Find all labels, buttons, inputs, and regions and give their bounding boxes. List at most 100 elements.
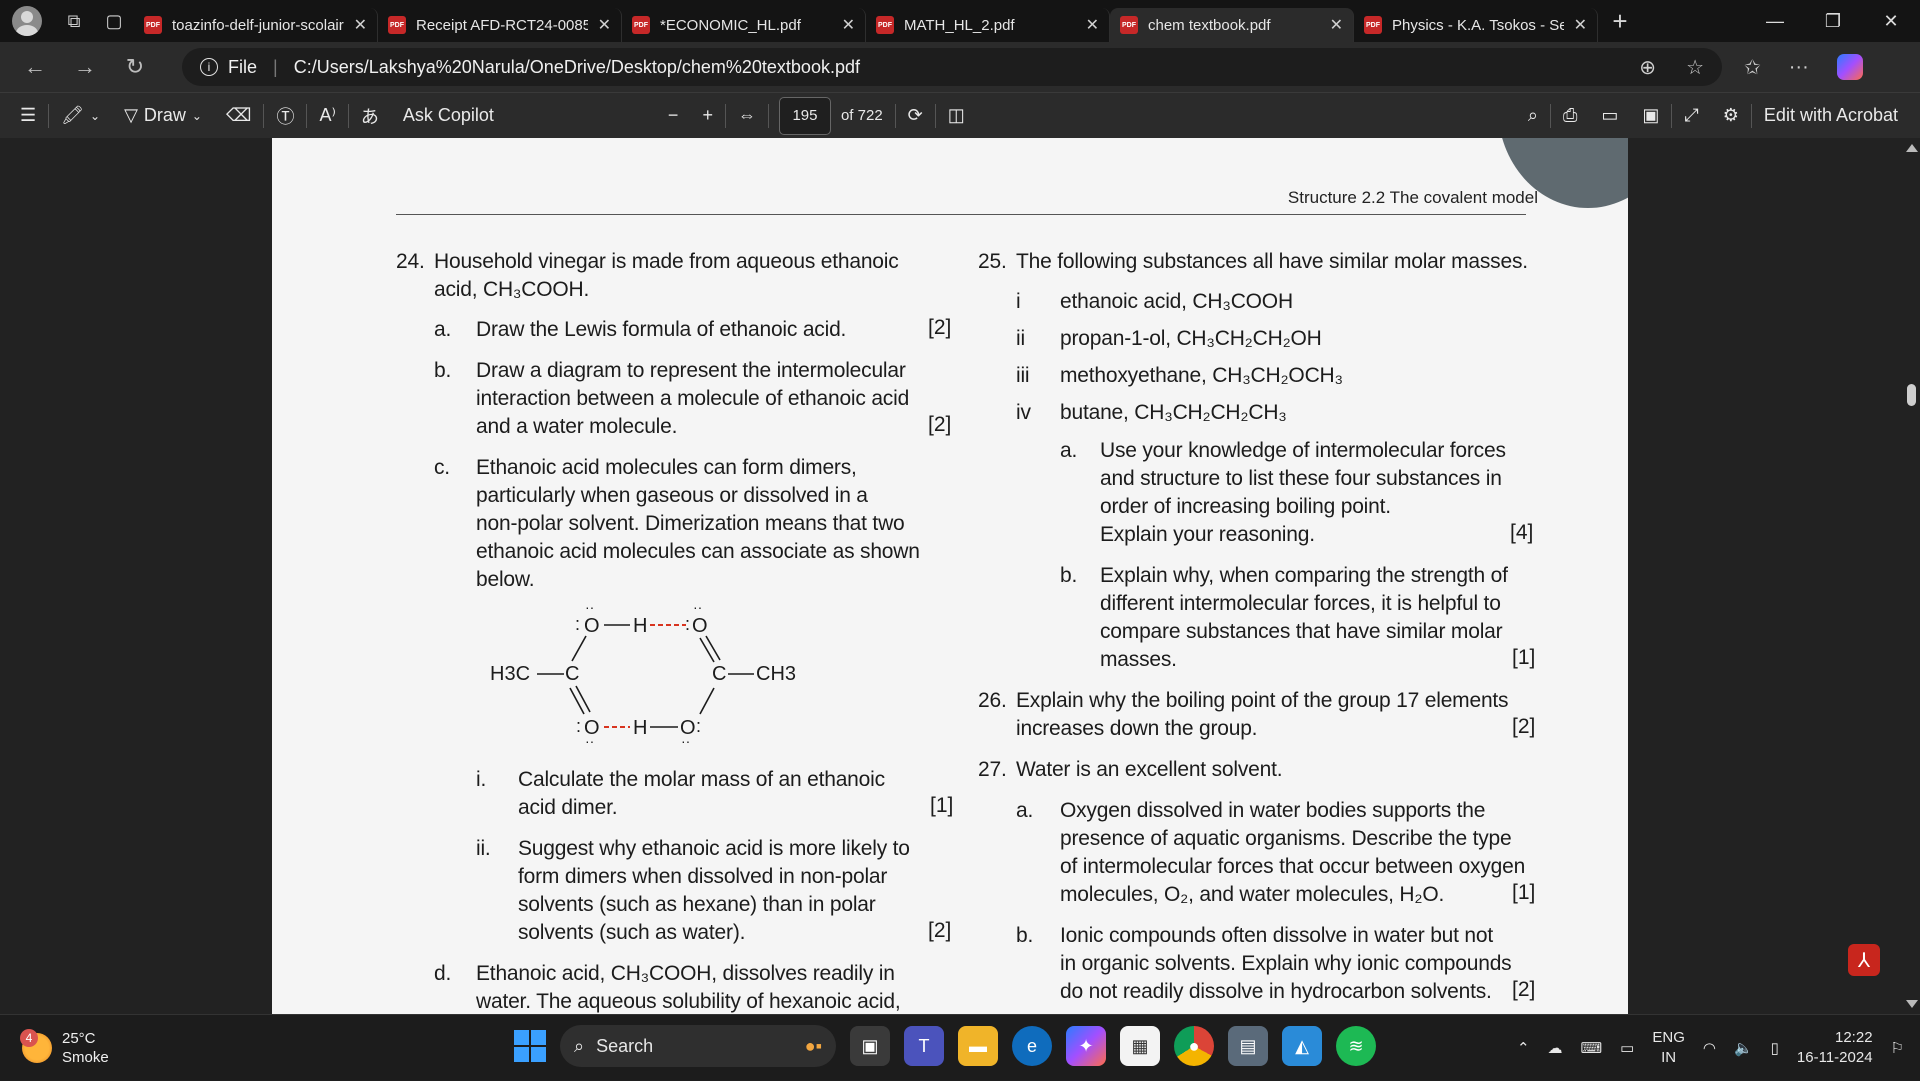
zoom-icon[interactable]: ⊕ bbox=[1639, 55, 1656, 80]
file-explorer-icon[interactable]: ▬ bbox=[958, 1026, 998, 1066]
q25-item-i-text: ethanoic acid, CH₃COOH bbox=[1060, 290, 1293, 313]
new-tab-button[interactable]: + bbox=[1598, 6, 1642, 37]
volume-icon[interactable]: 🔈 bbox=[1734, 1039, 1753, 1057]
profile-avatar[interactable] bbox=[12, 6, 42, 36]
q25a-label: a. bbox=[1060, 439, 1078, 462]
favorite-star-icon[interactable]: ☆ bbox=[1686, 55, 1704, 80]
back-icon[interactable]: ← bbox=[10, 54, 60, 80]
tab-actions-icon[interactable]: ▢ bbox=[94, 0, 134, 42]
lone-pair-dots: : bbox=[685, 614, 690, 634]
q26-line2: increases down the group. bbox=[1016, 717, 1258, 740]
q25-number: 25. bbox=[978, 250, 1007, 273]
ask-copilot-button[interactable]: Ask Copilot bbox=[391, 93, 506, 139]
bond-line bbox=[569, 687, 585, 715]
close-icon[interactable]: ✕ bbox=[842, 15, 855, 35]
fit-width-icon[interactable]: ⇔ bbox=[726, 93, 768, 139]
store-icon[interactable]: ▦ bbox=[1120, 1026, 1160, 1066]
taskbar-search[interactable]: ⌕ Search ●▪ bbox=[560, 1025, 836, 1067]
draw-button[interactable]: ▽ Draw ⌄ bbox=[112, 93, 214, 139]
weather-widget[interactable]: 4 25°C Smoke bbox=[20, 1029, 109, 1067]
tab-economic[interactable]: PDF *ECONOMIC_HL.pdf ✕ bbox=[622, 8, 866, 42]
language-indicator[interactable]: ENG IN bbox=[1652, 1028, 1685, 1068]
vertical-scrollbar[interactable] bbox=[1902, 138, 1920, 1014]
workspaces-icon[interactable]: ⧉ bbox=[54, 0, 94, 42]
print-icon[interactable]: ⎙ bbox=[1551, 93, 1589, 139]
q27b-marks: [2] bbox=[1512, 978, 1536, 1001]
teams-icon[interactable]: T bbox=[904, 1026, 944, 1066]
calculator-icon[interactable]: ▤ bbox=[1228, 1026, 1268, 1066]
scroll-down-icon[interactable] bbox=[1906, 1000, 1918, 1008]
restore-icon[interactable]: ❐ bbox=[1804, 11, 1862, 32]
highlight-button[interactable]: 🖍 ⌄ bbox=[49, 93, 112, 139]
rotate-icon[interactable]: ⟳ bbox=[896, 93, 935, 139]
fullscreen-icon[interactable]: ⤢ bbox=[1672, 93, 1710, 139]
edge-icon[interactable]: e bbox=[1012, 1026, 1052, 1066]
acrobat-icon[interactable]: ⅄ bbox=[1848, 944, 1880, 976]
q24-stem-line2: acid, CH₃COOH. bbox=[434, 278, 590, 301]
eraser-icon[interactable]: ⌫ bbox=[214, 93, 263, 139]
oxygen-top-left-label: O bbox=[584, 615, 600, 637]
close-icon[interactable]: ✕ bbox=[1086, 15, 1099, 35]
tab-math[interactable]: PDF MATH_HL_2.pdf ✕ bbox=[866, 8, 1110, 42]
scroll-up-icon[interactable] bbox=[1906, 144, 1918, 152]
window-controls: — ❐ ✕ bbox=[1746, 11, 1920, 32]
tab-physics[interactable]: PDF Physics - K.A. Tsokos - Seven ✕ bbox=[1354, 8, 1598, 42]
region-code: IN bbox=[1661, 1049, 1677, 1066]
close-icon[interactable]: ✕ bbox=[1330, 15, 1343, 35]
tab-receipt[interactable]: PDF Receipt AFD-RCT24-00857 ✕ bbox=[378, 8, 622, 42]
close-icon[interactable]: ✕ bbox=[1574, 15, 1587, 35]
more-menu-icon[interactable]: ··· bbox=[1789, 56, 1809, 79]
translate-icon[interactable]: あ bbox=[349, 93, 391, 139]
url-field[interactable]: i File | C:/Users/Lakshya%20Narula/OneDr… bbox=[182, 48, 1722, 86]
scrollbar-thumb[interactable] bbox=[1907, 384, 1916, 406]
tab-title: MATH_HL_2.pdf bbox=[904, 16, 1015, 34]
tab-title: *ECONOMIC_HL.pdf bbox=[660, 16, 801, 34]
zoom-in-icon[interactable]: + bbox=[690, 93, 725, 139]
q25-item-ii-roman: ii bbox=[1016, 327, 1025, 350]
start-windows-icon[interactable] bbox=[514, 1030, 546, 1062]
page-view-icon[interactable]: ◫ bbox=[936, 93, 977, 139]
close-icon[interactable]: ✕ bbox=[354, 15, 367, 35]
zoom-out-icon[interactable]: − bbox=[656, 93, 691, 139]
close-icon[interactable]: ✕ bbox=[598, 15, 611, 35]
q27-stem: Water is an excellent solvent. bbox=[1016, 758, 1283, 781]
q25-item-iii-text: methoxyethane, CH₃CH₂OCH₃ bbox=[1060, 364, 1343, 387]
tab-toazinfo[interactable]: PDF toazinfo-delf-junior-scolaire ✕ bbox=[134, 8, 378, 42]
text-box-icon[interactable]: Ⓣ bbox=[264, 93, 306, 139]
info-icon[interactable]: i bbox=[200, 58, 218, 76]
read-aloud-icon[interactable]: A⁾ bbox=[307, 93, 347, 139]
contents-icon[interactable]: ☰ bbox=[0, 93, 48, 139]
copilot-app-icon[interactable]: ✦ bbox=[1066, 1026, 1106, 1066]
search-icon[interactable]: ⌕ bbox=[1516, 93, 1550, 139]
spotify-icon[interactable]: ≋ bbox=[1336, 1026, 1376, 1066]
tab-chem-textbook[interactable]: PDF chem textbook.pdf ✕ bbox=[1110, 8, 1354, 42]
q24cii-label: ii. bbox=[476, 837, 491, 860]
tab-title: toazinfo-delf-junior-scolaire bbox=[172, 16, 344, 34]
keyboard-icon[interactable]: ⌨ bbox=[1581, 1039, 1603, 1057]
minimize-icon[interactable]: — bbox=[1746, 11, 1804, 32]
q26-number: 26. bbox=[978, 689, 1007, 712]
chrome-icon[interactable]: ● bbox=[1174, 1026, 1214, 1066]
network-status-icon[interactable]: ☁ bbox=[1548, 1039, 1563, 1057]
show-hidden-icons-chevron-icon[interactable]: ⌃ bbox=[1517, 1039, 1530, 1057]
save-icon[interactable]: ▭ bbox=[1589, 93, 1630, 139]
favorites-list-icon[interactable]: ✩ bbox=[1744, 55, 1761, 80]
q24d-line2: water. The aqueous solubility of hexanoi… bbox=[476, 990, 901, 1013]
battery-icon[interactable]: ▯ bbox=[1771, 1039, 1779, 1057]
refresh-icon[interactable]: ↻ bbox=[110, 54, 160, 80]
close-window-icon[interactable]: ✕ bbox=[1862, 11, 1920, 32]
clock[interactable]: 12:22 16-11-2024 bbox=[1797, 1028, 1873, 1068]
forward-icon[interactable]: → bbox=[60, 54, 110, 80]
wifi-icon[interactable]: ◠ bbox=[1703, 1039, 1716, 1057]
task-view-icon[interactable]: ▣ bbox=[850, 1026, 890, 1066]
page-number-input[interactable]: 195 bbox=[778, 96, 831, 135]
settings-gear-icon[interactable]: ⚙ bbox=[1711, 93, 1751, 139]
q24b-line1: Draw a diagram to represent the intermol… bbox=[476, 359, 906, 382]
edit-with-acrobat-button[interactable]: Edit with Acrobat bbox=[1752, 93, 1920, 139]
display-icon[interactable]: ▭ bbox=[1620, 1039, 1634, 1057]
photos-icon[interactable]: ◭ bbox=[1282, 1026, 1322, 1066]
save-as-icon[interactable]: ▣ bbox=[1630, 93, 1671, 139]
pdf-viewer[interactable]: Structure 2.2 The covalent model 24. Hou… bbox=[0, 138, 1920, 1014]
copilot-icon[interactable] bbox=[1836, 54, 1863, 80]
notifications-icon[interactable]: ⚐ bbox=[1891, 1039, 1904, 1057]
